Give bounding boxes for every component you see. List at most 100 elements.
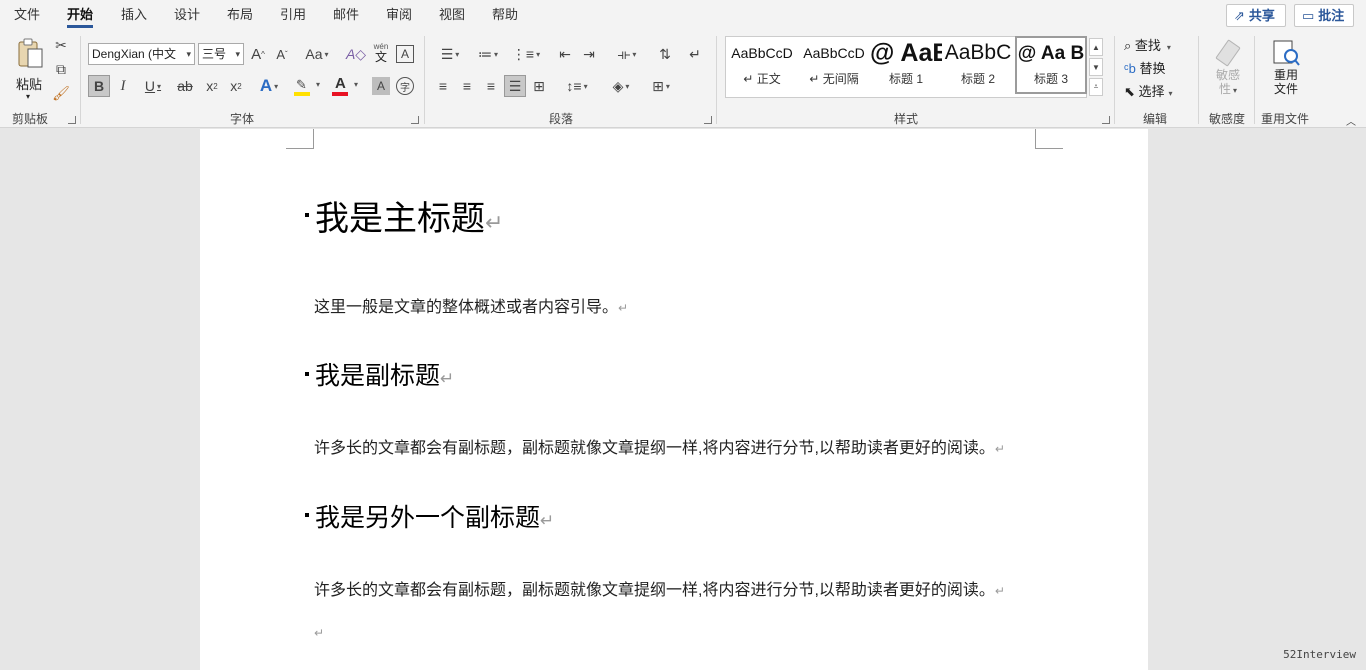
paragraph-mark-icon: ↵ [440, 369, 455, 388]
subtitle-2[interactable]: 我是另外一个副标题↵ [315, 498, 554, 534]
tab-help[interactable]: 帮助 [492, 0, 518, 30]
subscript-button[interactable]: x2 [202, 75, 222, 97]
margin-corner-left [286, 129, 314, 149]
align-right-icon[interactable]: ≡ [481, 75, 501, 97]
font-color-swatch [332, 92, 348, 96]
distributed-icon[interactable]: ⊞ [529, 75, 549, 97]
italic-icon: I [120, 77, 126, 94]
justify-icon[interactable]: ☰ [504, 75, 526, 97]
select-button[interactable]: ⬉ 选择 ▾ [1124, 82, 1173, 102]
subtitle-1-text: 我是副标题 [315, 362, 441, 390]
paste-button[interactable]: 粘贴 ▾ [12, 36, 48, 102]
tab-design[interactable]: 设计 [174, 0, 200, 30]
style-heading-2[interactable]: AaBbC 标题 2 [942, 36, 1014, 94]
highlight-color-swatch [294, 92, 310, 96]
font-launcher-icon[interactable] [411, 116, 419, 124]
chevron-down-icon: ▾ [235, 49, 240, 59]
grow-font-button[interactable]: A ^ [248, 43, 268, 65]
character-border-button[interactable]: A [396, 45, 414, 63]
tab-view[interactable]: 视图 [439, 0, 465, 30]
reuse-files-button[interactable]: 重用 文件 [1264, 36, 1308, 102]
text-effects-button[interactable]: A ▾ [254, 75, 284, 97]
separator [1198, 36, 1199, 124]
paragraph-launcher-icon[interactable] [704, 116, 712, 124]
decrease-indent-icon[interactable]: ⇤ [555, 43, 575, 65]
cut-icon[interactable]: ✂ [52, 36, 70, 54]
multilevel-list-button[interactable]: ⋮≡ ▾ [509, 43, 543, 65]
style-normal[interactable]: AaBbCcD ↵ 正文 [726, 36, 798, 94]
comments-button[interactable]: ▭ 批注 [1294, 4, 1354, 27]
bold-button[interactable]: B [88, 75, 110, 97]
tab-home[interactable]: 开始 [67, 0, 94, 30]
intro-text: 这里一般是文章的整体概述或者内容引导。 [314, 299, 619, 316]
tab-references[interactable]: 引用 [280, 0, 306, 30]
sort-icon[interactable]: ⇅ [654, 43, 676, 65]
style-name: 标题 2 [960, 72, 995, 86]
sensitivity-button[interactable]: 敏感 性 ▾ [1208, 36, 1248, 102]
underline-button[interactable]: U ▾ [138, 75, 168, 97]
replace-button[interactable]: ᶜb 替换 [1124, 59, 1165, 79]
main-title[interactable]: 我是主标题↵ [315, 191, 503, 240]
bullets-button[interactable]: ☰ ▾ [433, 43, 467, 65]
increase-indent-icon[interactable]: ⇥ [579, 43, 599, 65]
character-border-icon: A [400, 47, 409, 61]
phonetic-guide-button[interactable]: wén 文 [372, 42, 390, 66]
show-marks-icon[interactable]: ↵ [684, 43, 706, 65]
numbering-button[interactable]: ≔ ▾ [471, 43, 505, 65]
strikethrough-icon: ab [177, 78, 193, 94]
tab-mailings[interactable]: 邮件 [333, 0, 359, 30]
reuse-files-icon [1273, 40, 1300, 66]
body-paragraph-2[interactable]: 许多长的文章都会有副标题，副标题就像文章提纲一样,将内容进行分节,以帮助读者更好… [314, 576, 1005, 600]
underline-icon: U [144, 78, 156, 94]
document-page[interactable]: 我是主标题↵ 这里一般是文章的整体概述或者内容引导。↵ 我是副标题↵ 许多长的文… [200, 129, 1148, 670]
superscript-button[interactable]: x2 [226, 75, 246, 97]
borders-button[interactable]: ⊞ ▾ [644, 75, 678, 97]
clipboard-group-label: 剪贴板 [12, 112, 49, 126]
find-button[interactable]: ⌕ 查找 ▾ [1124, 36, 1171, 56]
font-name-combo[interactable]: DengXian (中文 ▾ [88, 43, 195, 65]
share-button[interactable]: ⇗ 共享 [1226, 4, 1286, 27]
chinese-layout-button[interactable]: ⟛ ▾ [610, 43, 644, 65]
highlight-button[interactable]: ✎ ▾ [294, 75, 326, 97]
styles-scroll-down-icon[interactable]: ▼ [1089, 58, 1103, 76]
style-heading-1[interactable]: @ AaBl 标题 1 [870, 36, 942, 94]
tab-insert[interactable]: 插入 [121, 0, 147, 30]
tab-review[interactable]: 审阅 [386, 0, 412, 30]
italic-button[interactable]: I [114, 75, 132, 97]
heading-bullet [305, 213, 309, 217]
style-preview: AaBl [900, 39, 942, 67]
line-spacing-button[interactable]: ↕≡ ▾ [560, 75, 594, 97]
copy-icon[interactable]: ⧉ [52, 60, 70, 78]
format-painter-icon[interactable]: 🖌 [52, 84, 70, 102]
collapse-ribbon-icon[interactable]: ︿ [1344, 114, 1358, 128]
enclose-characters-button[interactable]: 字 [396, 77, 414, 95]
align-center-icon[interactable]: ≡ [457, 75, 477, 97]
clipboard-launcher-icon[interactable] [68, 116, 76, 124]
character-shading-button[interactable]: A [372, 77, 390, 95]
change-case-button[interactable]: Aa ▾ [302, 43, 332, 65]
enclose-characters-icon: 字 [400, 82, 410, 94]
body-paragraph-1[interactable]: 许多长的文章都会有副标题，副标题就像文章提纲一样,将内容进行分节,以帮助读者更好… [314, 434, 1005, 458]
font-size-combo[interactable]: 三号 ▾ [198, 43, 244, 65]
align-left-icon[interactable]: ≡ [433, 75, 453, 97]
subtitle-1[interactable]: 我是副标题↵ [315, 356, 454, 392]
tab-file[interactable]: 文件 [14, 0, 40, 30]
shading-button[interactable]: ◈ ▾ [604, 75, 638, 97]
style-heading-3[interactable]: @ Aa B 标题 3 [1015, 36, 1087, 94]
tab-layout[interactable]: 布局 [227, 0, 253, 30]
clear-formatting-icon[interactable]: A◇ [346, 43, 366, 65]
paragraph-mark-icon: ↵ [540, 511, 555, 530]
styles-launcher-icon[interactable] [1102, 116, 1110, 124]
separator [1254, 36, 1255, 124]
style-no-spacing[interactable]: AaBbCcD ↵ 无间隔 [798, 36, 870, 94]
reuse-label-2: 文件 [1273, 82, 1298, 96]
separator [424, 36, 425, 124]
empty-paragraph[interactable]: ↵ [314, 626, 324, 640]
font-name-value: DengXian (中文 [92, 47, 177, 61]
shrink-font-button[interactable]: Aˇ [272, 43, 292, 65]
intro-paragraph[interactable]: 这里一般是文章的整体概述或者内容引导。↵ [314, 293, 628, 317]
strikethrough-button[interactable]: ab [174, 75, 196, 97]
styles-more-icon[interactable]: ⩡ [1089, 78, 1103, 96]
font-color-button[interactable]: A ▾ [332, 75, 364, 97]
styles-scroll-up-icon[interactable]: ▲ [1089, 38, 1103, 56]
